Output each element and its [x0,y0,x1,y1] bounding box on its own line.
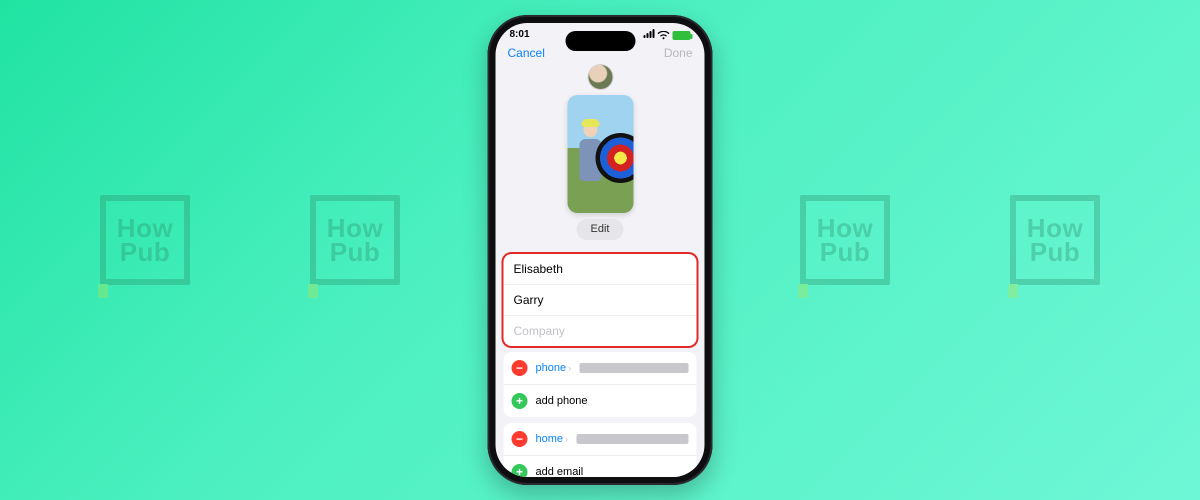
dynamic-island [565,31,635,51]
add-email-row[interactable]: + add email [504,456,697,477]
phone-type-picker[interactable]: phone› [536,363,572,374]
add-icon[interactable]: + [512,464,528,477]
done-button[interactable]: Done [664,47,693,59]
add-phone-row[interactable]: + add phone [504,385,697,417]
chevron-right-icon: › [568,364,571,373]
watermark-logo: HowPub [100,195,190,290]
wifi-icon [658,31,670,40]
first-name-field[interactable]: Elisabeth [504,254,697,285]
contact-hero: Edit [496,65,705,248]
watermark-logo: HowPub [1010,195,1100,290]
email-section: − home› + add email [504,423,697,477]
edit-poster-button[interactable]: Edit [577,219,624,240]
add-email-label: add email [536,467,584,478]
watermark-logo: HowPub [800,195,890,290]
iphone-screen: 8:01 Cancel Done Edit E [496,23,705,477]
name-fields-card: Elisabeth Garry Company [504,254,697,346]
status-time: 8:01 [510,30,530,40]
stage: HowPub HowPub HowPub HowPub 8:01 Cancel … [0,0,1200,500]
remove-icon[interactable]: − [512,431,528,447]
iphone-frame: 8:01 Cancel Done Edit E [488,15,713,485]
company-field[interactable]: Company [504,316,697,346]
avatar-thumbnail[interactable] [588,65,612,89]
add-icon[interactable]: + [512,393,528,409]
phone-value-redacted[interactable] [579,363,688,373]
phone-section: − phone› + add phone [504,352,697,417]
email-type-picker[interactable]: home› [536,434,569,445]
email-value-redacted[interactable] [576,434,688,444]
battery-icon [673,31,691,40]
last-name-field[interactable]: Garry [504,285,697,316]
contact-poster[interactable] [567,95,633,213]
add-phone-label: add phone [536,396,588,407]
watermark-logo: HowPub [310,195,400,290]
email-row[interactable]: − home› [504,423,697,456]
remove-icon[interactable]: − [512,360,528,376]
chevron-right-icon: › [565,435,568,444]
cell-signal-icon [643,29,655,41]
cancel-button[interactable]: Cancel [508,47,545,59]
phone-row[interactable]: − phone› [504,352,697,385]
